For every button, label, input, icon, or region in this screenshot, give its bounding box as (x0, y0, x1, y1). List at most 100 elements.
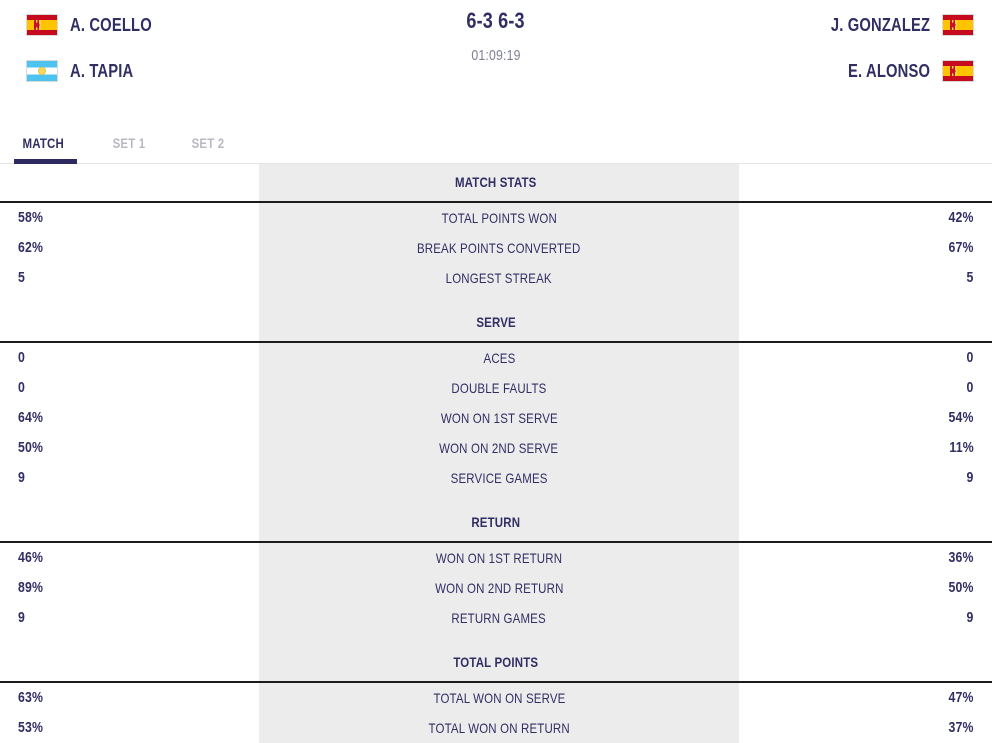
stat-label-text: WON ON 1ST SERVE (440, 410, 558, 426)
stat-row: 50% WON ON 2ND SERVE 11% (0, 433, 992, 463)
stat-home-value: 0 (0, 373, 259, 403)
stat-row: 0 ACES 0 (0, 343, 992, 373)
player-name: E. ALONSO (830, 61, 930, 82)
stat-label: BREAK POINTS CONVERTED (259, 233, 739, 263)
stat-label-text: TOTAL WON ON RETURN (428, 720, 570, 736)
stat-home-value-text: 58% (18, 209, 44, 226)
match-score-value: 6-3 6-3 (466, 8, 526, 33)
stat-label: DOUBLE FAULTS (259, 373, 739, 403)
stat-home-value-text: 89% (18, 579, 44, 596)
spain-flag-icon (26, 14, 58, 36)
stat-away-value-text: 67% (948, 239, 974, 256)
stat-label-text: TOTAL WON ON SERVE (432, 690, 566, 706)
stat-home-value-text: 5 (18, 269, 26, 286)
stat-home-value: 63% (0, 683, 259, 713)
tab-match-label: MATCH (22, 135, 64, 151)
stat-home-value: 5 (0, 263, 259, 293)
stat-away-value: 50% (739, 573, 992, 603)
stat-home-value: 89% (0, 573, 259, 603)
stat-label: TOTAL WON ON SERVE (259, 683, 739, 713)
stat-label: WON ON 1ST RETURN (259, 543, 739, 573)
stat-label: WON ON 2ND RETURN (259, 573, 739, 603)
stat-label-text: WON ON 2ND RETURN (434, 580, 564, 596)
stat-away-value-text: 42% (948, 209, 974, 226)
stat-label-text: LONGEST STREAK (445, 270, 553, 286)
stat-row: 53% TOTAL WON ON RETURN 37% (0, 713, 992, 743)
stat-home-value-text: 62% (18, 239, 44, 256)
player-name: J. GONZALEZ (809, 15, 930, 36)
tab-set-2[interactable]: SET 2 (188, 135, 228, 163)
stat-label-text: WON ON 1ST RETURN (435, 550, 563, 566)
stat-home-value-text: 46% (18, 549, 44, 566)
stat-row: 64% WON ON 1ST SERVE 54% (0, 403, 992, 433)
stat-away-value: 67% (739, 233, 992, 263)
stat-away-value-text: 11% (949, 439, 974, 456)
stat-away-value-text: 0 (966, 349, 974, 366)
stat-home-value: 58% (0, 203, 259, 233)
stat-away-value: 37% (739, 713, 992, 743)
stat-row: 9 SERVICE GAMES 9 (0, 463, 992, 493)
stats-section-title: SERVE (0, 304, 992, 343)
stat-label-text: BREAK POINTS CONVERTED (417, 240, 581, 256)
stat-home-value-text: 53% (18, 719, 44, 736)
home-player-2-name: A. TAPIA (70, 60, 134, 81)
stats-section-title-label: TOTAL POINTS (453, 654, 539, 670)
home-player-1: A. COELLO (26, 2, 170, 48)
stat-label-text: WON ON 2ND SERVE (439, 440, 559, 456)
stat-away-value-text: 37% (948, 719, 974, 736)
stat-label: TOTAL WON ON RETURN (259, 713, 739, 743)
stat-away-value: 11% (739, 433, 992, 463)
stat-home-value: 50% (0, 433, 259, 463)
stat-row: 46% WON ON 1ST RETURN 36% (0, 543, 992, 573)
stats-section-title: RETURN (0, 504, 992, 543)
away-player-1-name: J. GONZALEZ (830, 14, 930, 35)
stat-away-value-text: 5 (966, 269, 974, 286)
stat-away-value-text: 9 (966, 469, 974, 486)
stat-away-value: 0 (739, 343, 992, 373)
stats-section-title-label: MATCH STATS (455, 174, 537, 190)
stat-away-value-text: 36% (948, 549, 974, 566)
stat-away-value: 5 (739, 263, 992, 293)
spain-flag-icon (942, 14, 974, 36)
stat-home-value-text: 9 (18, 609, 26, 626)
stat-label: WON ON 1ST SERVE (259, 403, 739, 433)
stat-home-value-text: 50% (18, 439, 44, 456)
tab-list: MATCH SET 1 SET 2 (0, 108, 992, 164)
stat-row: 0 DOUBLE FAULTS 0 (0, 373, 992, 403)
tab-set-1[interactable]: SET 1 (109, 135, 149, 163)
stat-row: 5 LONGEST STREAK 5 (0, 263, 992, 293)
stat-home-value: 53% (0, 713, 259, 743)
stat-away-value: 42% (739, 203, 992, 233)
stat-home-value: 46% (0, 543, 259, 573)
stat-away-value-text: 47% (948, 689, 974, 706)
stat-label: TOTAL POINTS WON (259, 203, 739, 233)
tab-set-1-label: SET 1 (112, 135, 145, 151)
stat-label: RETURN GAMES (259, 603, 739, 633)
stat-away-value: 9 (739, 463, 992, 493)
scoreboard: A. COELLO A. TAPIA J. GONZALEZ E. ALONSO… (0, 0, 992, 100)
stat-away-value-text: 9 (966, 609, 974, 626)
stats-section-title: TOTAL POINTS (0, 644, 992, 683)
stat-away-value-text: 0 (966, 379, 974, 396)
stat-label: ACES (259, 343, 739, 373)
stat-label-text: TOTAL POINTS WON (441, 210, 557, 226)
stats-table: MATCH STATS 58% TOTAL POINTS WON 42% 62% BREA… (0, 164, 992, 743)
stat-away-value-text: 50% (948, 579, 974, 596)
stat-away-value: 9 (739, 603, 992, 633)
stat-home-value: 9 (0, 463, 259, 493)
player-name: A. TAPIA (70, 61, 147, 82)
stat-away-value: 54% (739, 403, 992, 433)
stat-home-value: 9 (0, 603, 259, 633)
tab-match[interactable]: MATCH (14, 135, 76, 164)
away-player-2-name: E. ALONSO (847, 60, 930, 81)
spain-flag-icon (942, 60, 974, 82)
stat-row: 89% WON ON 2ND RETURN 50% (0, 573, 992, 603)
away-player-1: J. GONZALEZ (809, 2, 974, 48)
stat-away-value: 0 (739, 373, 992, 403)
stat-row: 62% BREAK POINTS CONVERTED 67% (0, 233, 992, 263)
stats-sections: MATCH STATS 58% TOTAL POINTS WON 42% 62% BREA… (0, 164, 992, 743)
stat-row: 63% TOTAL WON ON SERVE 47% (0, 683, 992, 713)
